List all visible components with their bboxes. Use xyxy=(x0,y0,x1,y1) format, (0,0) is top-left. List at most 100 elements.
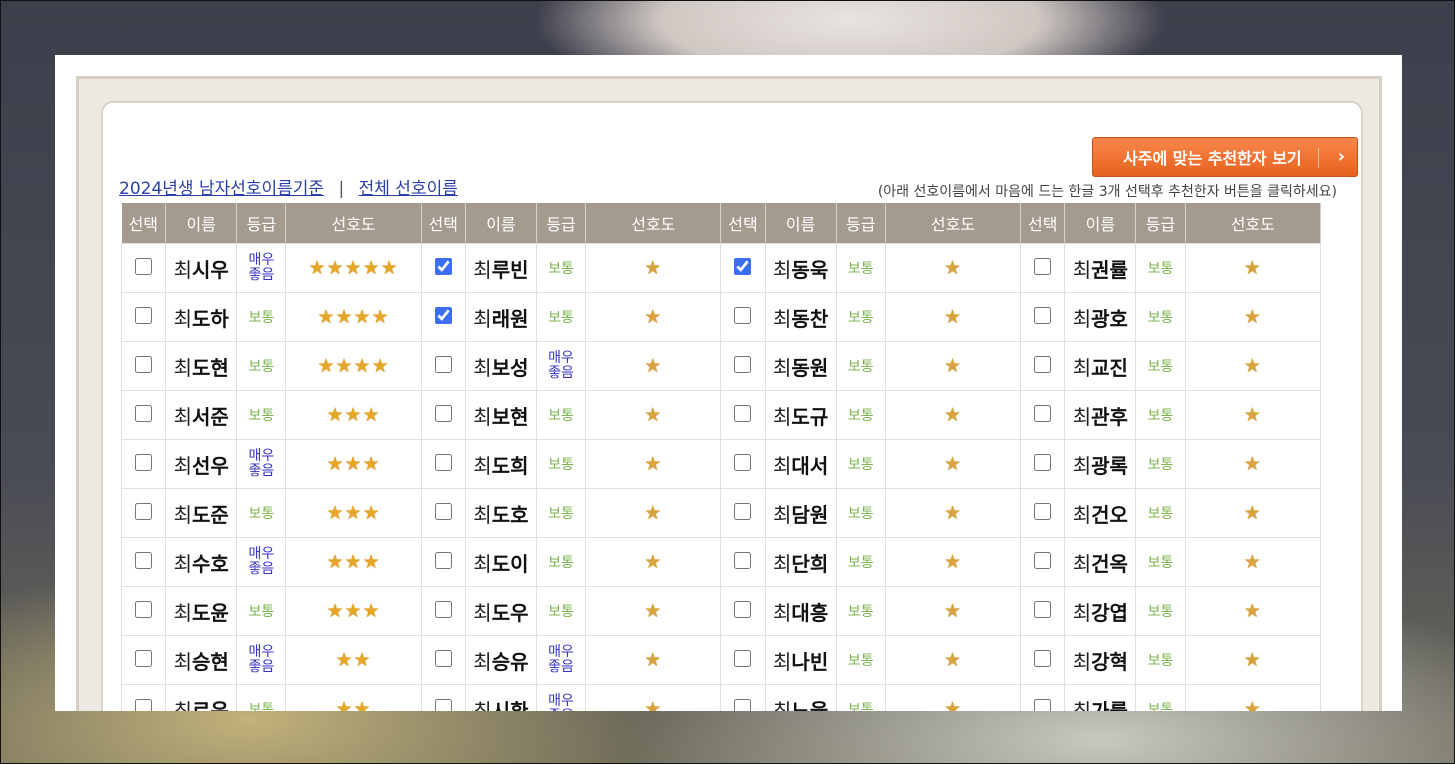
chevron-right-icon: › xyxy=(1337,146,1345,167)
select-checkbox[interactable] xyxy=(734,306,752,324)
star-icon: ★ xyxy=(644,649,663,671)
given-name: 교진 xyxy=(1091,355,1128,380)
select-cell xyxy=(120,439,167,489)
select-checkbox[interactable] xyxy=(734,698,752,711)
link-all-names[interactable]: 전체 선호이름 xyxy=(359,179,458,199)
surname: 최 xyxy=(173,698,192,712)
name-filter-nav: 2024년생 남자선호이름기준 | 전체 선호이름 xyxy=(119,174,458,199)
star-icon: ★ xyxy=(353,306,372,328)
given-name: 시우 xyxy=(191,257,229,282)
select-cell xyxy=(1020,586,1066,636)
select-checkbox[interactable] xyxy=(734,551,752,569)
header-name: 이름 xyxy=(165,203,238,244)
star-icon: ★ xyxy=(943,257,963,279)
select-checkbox[interactable] xyxy=(1034,355,1052,373)
name-cell: 최보현 xyxy=(464,390,538,440)
given-name: 서준 xyxy=(191,404,229,429)
grade-label: 보통 xyxy=(835,243,886,293)
surname: 최 xyxy=(773,600,792,625)
select-checkbox[interactable] xyxy=(434,306,452,324)
select-cell xyxy=(420,586,466,636)
name-cell: 최도호 xyxy=(464,488,538,538)
select-checkbox[interactable] xyxy=(135,551,153,569)
select-checkbox[interactable] xyxy=(135,404,153,422)
outer-frame: 사주에 맞는 추천한자 보기 › 2024년생 남자선호이름기준 | 전체 선호… xyxy=(76,76,1382,711)
select-cell xyxy=(1020,243,1066,293)
name-cell: 최노율 xyxy=(764,684,837,711)
star-icon: ★ xyxy=(644,355,663,377)
select-checkbox[interactable] xyxy=(434,453,452,471)
select-checkbox[interactable] xyxy=(434,502,452,520)
given-name: 수호 xyxy=(191,551,229,576)
grade-label: 보통 xyxy=(535,488,587,538)
name-cell: 최동찬 xyxy=(764,292,837,342)
preference-rating: ★ xyxy=(884,586,1022,636)
select-checkbox[interactable] xyxy=(734,453,752,471)
select-cell xyxy=(720,635,766,685)
select-checkbox[interactable] xyxy=(135,257,153,275)
select-checkbox[interactable] xyxy=(135,698,153,711)
star-icon: ★ xyxy=(326,404,345,426)
name-cell: 최도준 xyxy=(165,488,238,538)
given-name: 강혁 xyxy=(1091,649,1128,674)
star-icon: ★ xyxy=(644,306,663,328)
preference-rating: ★ xyxy=(1184,341,1322,391)
header-select: 선택 xyxy=(421,203,466,244)
given-name: 도현 xyxy=(191,355,229,380)
preference-rating: ★ xyxy=(1184,635,1322,685)
select-checkbox[interactable] xyxy=(734,257,752,275)
select-checkbox[interactable] xyxy=(135,649,153,667)
select-checkbox[interactable] xyxy=(434,698,452,711)
select-checkbox[interactable] xyxy=(135,502,153,520)
given-name: 도윤 xyxy=(191,600,229,625)
given-name: 보현 xyxy=(491,404,529,429)
select-checkbox[interactable] xyxy=(734,502,752,520)
surname: 최 xyxy=(173,257,192,282)
select-checkbox[interactable] xyxy=(434,649,452,667)
star-icon: ★ xyxy=(943,502,963,524)
select-checkbox[interactable] xyxy=(1034,600,1052,618)
select-checkbox[interactable] xyxy=(434,600,452,618)
name-cell: 최승유 xyxy=(464,635,538,685)
select-checkbox[interactable] xyxy=(1034,453,1052,471)
select-checkbox[interactable] xyxy=(135,355,153,373)
surname: 최 xyxy=(1072,404,1092,429)
select-checkbox[interactable] xyxy=(1034,649,1052,667)
select-checkbox[interactable] xyxy=(434,404,452,422)
select-checkbox[interactable] xyxy=(734,404,752,422)
select-checkbox[interactable] xyxy=(1034,404,1052,422)
select-checkbox[interactable] xyxy=(135,600,153,618)
select-checkbox[interactable] xyxy=(734,600,752,618)
preference-rating: ★ xyxy=(884,390,1022,440)
surname: 최 xyxy=(173,502,192,527)
select-checkbox[interactable] xyxy=(1034,698,1052,711)
select-checkbox[interactable] xyxy=(1034,551,1052,569)
select-cell xyxy=(420,635,466,685)
select-checkbox[interactable] xyxy=(434,257,452,275)
link-2024-male-names[interactable]: 2024년생 남자선호이름기준 xyxy=(119,179,324,199)
name-cell: 최보성 xyxy=(464,341,538,391)
preference-rating: ★★★ xyxy=(285,390,422,440)
select-cell xyxy=(420,537,466,587)
star-icon: ★ xyxy=(353,698,372,711)
select-checkbox[interactable] xyxy=(1034,502,1052,520)
given-name: 관후 xyxy=(1091,404,1128,429)
select-checkbox[interactable] xyxy=(734,649,752,667)
surname: 최 xyxy=(173,355,192,380)
select-checkbox[interactable] xyxy=(1034,257,1052,275)
name-cell: 최단희 xyxy=(764,537,837,587)
star-icon: ★ xyxy=(371,306,390,328)
recommend-hanja-button[interactable]: 사주에 맞는 추천한자 보기 › xyxy=(1092,137,1358,177)
select-cell xyxy=(120,586,167,636)
select-checkbox[interactable] xyxy=(135,306,153,324)
select-checkbox[interactable] xyxy=(1034,306,1052,324)
select-checkbox[interactable] xyxy=(135,453,153,471)
preference-rating: ★ xyxy=(884,537,1022,587)
select-cell xyxy=(420,488,466,538)
name-cell: 최로윤 xyxy=(165,684,238,712)
select-checkbox[interactable] xyxy=(734,355,752,373)
grade-label: 보통 xyxy=(1135,635,1186,685)
select-checkbox[interactable] xyxy=(434,355,452,373)
select-checkbox[interactable] xyxy=(434,551,452,569)
surname: 최 xyxy=(773,257,792,282)
